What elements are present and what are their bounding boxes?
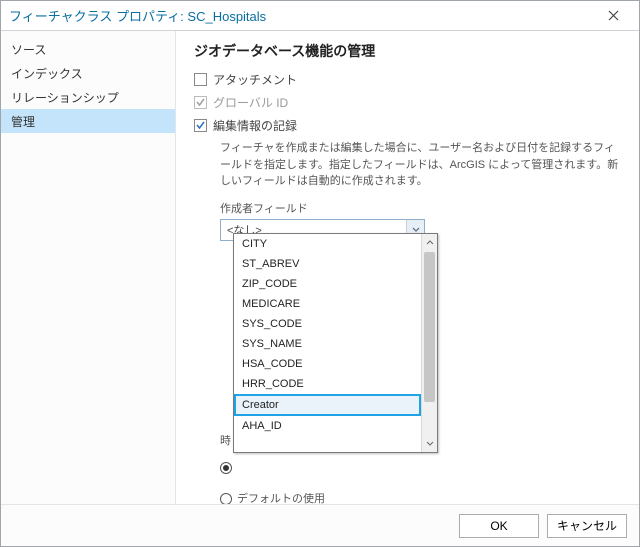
checkbox-globalid-label: グローバル ID (213, 94, 288, 111)
footer: OK キャンセル (1, 504, 639, 546)
scroll-thumb[interactable] (424, 252, 435, 402)
dropdown-item[interactable]: CITY (234, 234, 421, 254)
titlebar: フィーチャクラス プロパティ: SC_Hospitals (1, 1, 639, 31)
checkbox-globalid-row: グローバル ID (194, 94, 623, 111)
dropdown-scrollbar[interactable] (421, 234, 437, 452)
close-button[interactable] (595, 3, 631, 29)
checkbox-editortrack[interactable] (194, 119, 207, 132)
creator-field-label: 作成者フィールド (220, 200, 623, 216)
checkbox-attachment-label: アタッチメント (213, 71, 297, 88)
radio-utc[interactable] (220, 462, 232, 474)
sidebar-item-source[interactable]: ソース (1, 37, 175, 61)
checkbox-editortrack-row: 編集情報の記録 (194, 117, 623, 134)
time-label: 時 (220, 432, 231, 448)
dropdown-item[interactable]: SYS_CODE (234, 314, 421, 334)
sidebar: ソース インデックス リレーションシップ 管理 (1, 31, 176, 505)
dropdown-item[interactable]: ST_ABREV (234, 254, 421, 274)
sidebar-item-manage[interactable]: 管理 (1, 109, 175, 133)
creator-field-dropdown: CITY ST_ABREV ZIP_CODE MEDICARE SYS_CODE… (233, 233, 438, 453)
scroll-up-icon[interactable] (422, 234, 437, 250)
dropdown-item[interactable]: MEDICARE (234, 294, 421, 314)
dropdown-item[interactable]: SYS_NAME (234, 334, 421, 354)
dropdown-item[interactable]: HRR_CODE (234, 374, 421, 394)
checkbox-editortrack-label: 編集情報の記録 (213, 117, 297, 134)
editortrack-description: フィーチャを作成または編集した場合に、ユーザー名および日付を記録するフィールドを… (220, 140, 623, 190)
window-title: フィーチャクラス プロパティ: SC_Hospitals (9, 6, 266, 25)
cancel-button[interactable]: キャンセル (547, 514, 627, 538)
dropdown-item[interactable]: ZIP_CODE (234, 274, 421, 294)
dropdown-item-highlighted[interactable]: Creator (234, 394, 421, 416)
dropdown-item[interactable]: AHA_ID (234, 416, 421, 436)
sidebar-item-relationship[interactable]: リレーションシップ (1, 85, 175, 109)
section-heading: ジオデータベース機能の管理 (194, 41, 623, 61)
dropdown-item[interactable]: HSA_CODE (234, 354, 421, 374)
ok-button[interactable]: OK (459, 514, 539, 538)
dropdown-list: CITY ST_ABREV ZIP_CODE MEDICARE SYS_CODE… (234, 234, 421, 452)
checkbox-attachment[interactable] (194, 73, 207, 86)
checkbox-attachment-row: アタッチメント (194, 71, 623, 88)
scroll-down-icon[interactable] (422, 436, 437, 452)
checkbox-globalid (194, 96, 207, 109)
sidebar-item-index[interactable]: インデックス (1, 61, 175, 85)
